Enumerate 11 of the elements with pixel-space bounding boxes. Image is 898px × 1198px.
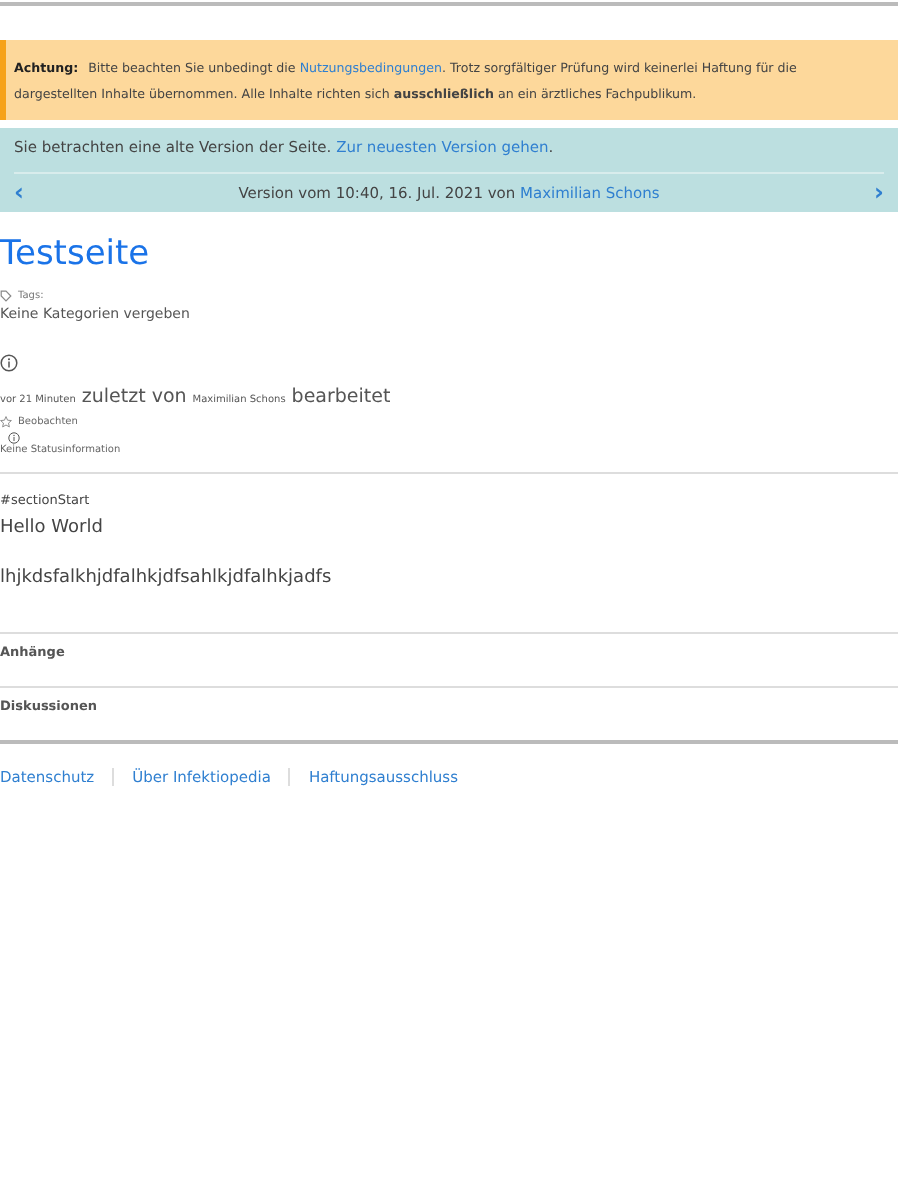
section-heading: Hello World bbox=[0, 518, 105, 538]
next-version-button[interactable]: › bbox=[874, 180, 884, 204]
edit-info-text: bearbeitet bbox=[291, 386, 391, 408]
info-icon bbox=[0, 354, 18, 372]
paragraph: lhjkdsfalkhjdfalhkjdfsahlkjdfalhkjadfs bbox=[0, 568, 334, 588]
tag-icon bbox=[0, 290, 12, 302]
info-icon bbox=[8, 432, 20, 444]
star-icon bbox=[0, 416, 12, 428]
previous-version-button[interactable]: ‹ bbox=[14, 180, 24, 204]
page-title: Testseite bbox=[0, 234, 152, 274]
edit-info-text: zuletzt von bbox=[81, 386, 187, 408]
